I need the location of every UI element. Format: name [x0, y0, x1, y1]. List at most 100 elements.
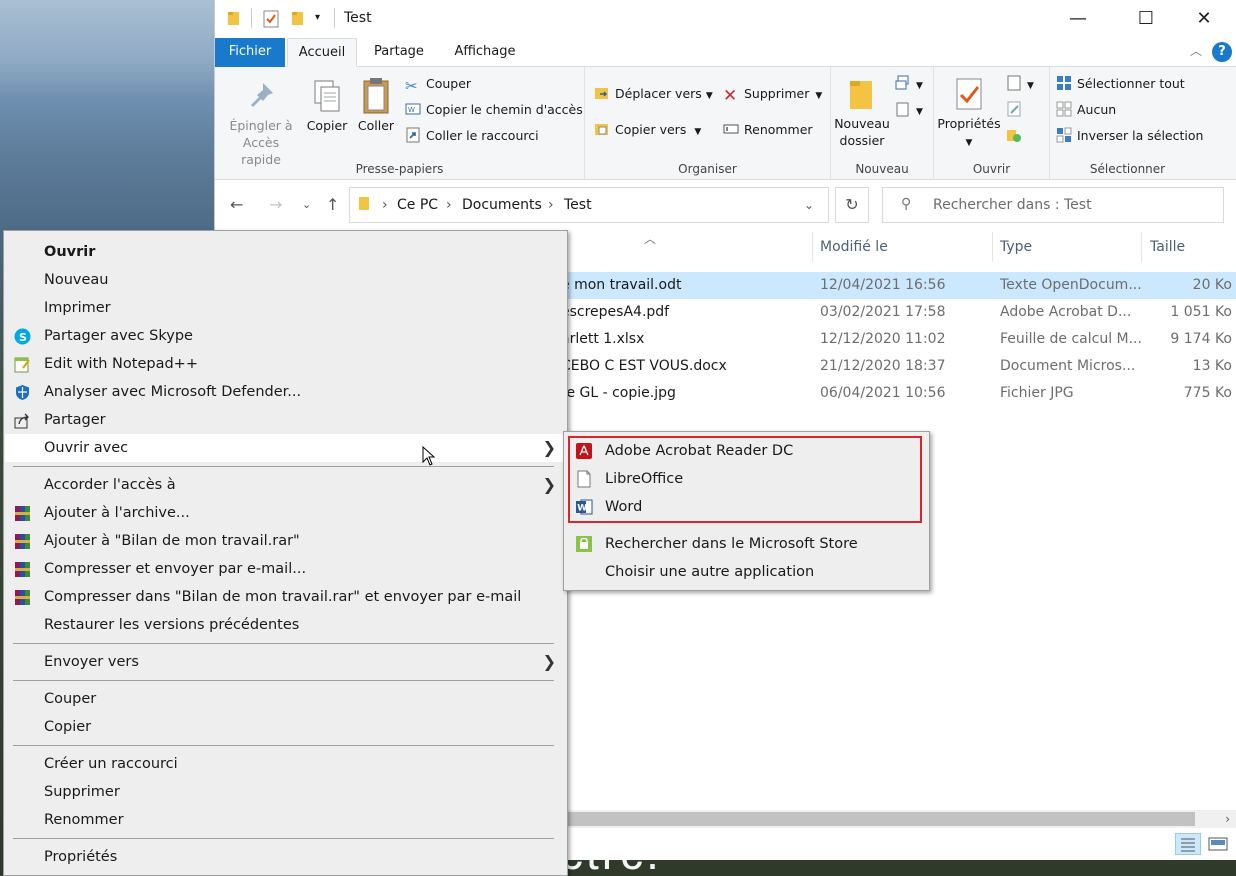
- select-none-icon: [1056, 101, 1072, 117]
- select-all-button[interactable]: Sélectionner tout: [1056, 73, 1185, 95]
- help-icon[interactable]: ?: [1212, 42, 1232, 62]
- microsoft-store-icon: [576, 536, 592, 552]
- menu-item-proprietes[interactable]: Propriétés: [5, 843, 566, 871]
- menu-item-nouveau[interactable]: Nouveau: [5, 266, 566, 294]
- edit-button[interactable]: [1006, 99, 1027, 121]
- menu-label: Couper: [44, 691, 97, 707]
- submenu-item-autre[interactable]: Choisir une autre application: [565, 558, 928, 586]
- tab-accueil[interactable]: Accueil: [287, 38, 357, 67]
- scroll-right-arrow-icon[interactable]: ›: [1225, 810, 1230, 828]
- recent-locations-chevron-icon[interactable]: ⌄: [302, 198, 311, 211]
- close-button[interactable]: ✕: [1181, 0, 1227, 38]
- breadcrumb-documents[interactable]: Documents: [462, 197, 542, 213]
- menu-label: Edit with Notepad++: [44, 356, 198, 372]
- properties-button[interactable]: Propriétés ▼: [936, 75, 1002, 152]
- menu-item-ouvrir[interactable]: Ouvrir: [5, 238, 566, 266]
- new-item-button[interactable]: ▼: [895, 73, 923, 95]
- column-modified[interactable]: Modifié le: [820, 239, 888, 255]
- large-icons-view-icon[interactable]: [1205, 833, 1231, 855]
- svg-text:W: W: [408, 106, 415, 114]
- breadcrumb-test[interactable]: Test: [564, 197, 592, 213]
- cut-button[interactable]: ✂ Couper: [405, 73, 471, 95]
- search-box[interactable]: ⚲ Rechercher dans : Test: [882, 187, 1224, 223]
- menu-item-ajouter-rar[interactable]: Ajouter à "Bilan de mon travail.rar": [5, 527, 566, 555]
- new-folder-quick-icon[interactable]: [291, 10, 305, 30]
- paste-shortcut-button[interactable]: Coller le raccourci: [405, 125, 539, 147]
- search-input[interactable]: Rechercher dans : Test: [933, 197, 1092, 213]
- submenu-item-word[interactable]: W Word: [565, 493, 928, 521]
- menu-item-compresser-email[interactable]: Compresser et envoyer par e-mail...: [5, 555, 566, 583]
- breadcrumb-ce-pc[interactable]: Ce PC: [397, 197, 438, 213]
- menu-label: Compresser et envoyer par e-mail...: [44, 561, 307, 577]
- menu-item-envoyer-vers[interactable]: Envoyer vers ❯: [5, 648, 566, 676]
- move-to-dropdown-icon: ▼: [705, 91, 713, 101]
- menu-item-defender[interactable]: Analyser avec Microsoft Defender...: [5, 378, 566, 406]
- delete-button[interactable]: ✕ Supprimer ▼: [723, 83, 822, 106]
- copy-button[interactable]: Copier: [303, 77, 351, 134]
- tab-affichage[interactable]: Affichage: [443, 38, 527, 67]
- paste-button[interactable]: Coller: [353, 77, 399, 134]
- menu-item-compresser-rar-email[interactable]: Compresser dans "Bilan de mon travail.ra…: [5, 583, 566, 611]
- easy-access-button[interactable]: ▼: [895, 99, 923, 121]
- menu-label: Nouveau: [44, 272, 109, 288]
- tab-fichier[interactable]: Fichier: [215, 38, 285, 67]
- refresh-icon[interactable]: ↻: [835, 187, 869, 223]
- customize-toolbar-chevron-icon[interactable]: ▾: [315, 12, 320, 23]
- forward-arrow-icon[interactable]: →: [269, 195, 282, 214]
- new-folder-button[interactable]: Nouveau dossier: [833, 75, 891, 149]
- winrar-icon: [15, 590, 30, 605]
- submenu-item-store[interactable]: Rechercher dans le Microsoft Store: [565, 530, 928, 558]
- submenu-item-acrobat[interactable]: Adobe Acrobat Reader DC: [565, 437, 928, 465]
- maximize-button[interactable]: ☐: [1123, 0, 1169, 38]
- menu-label: Partager avec Skype: [44, 328, 193, 344]
- submenu-item-libreoffice[interactable]: LibreOffice: [565, 465, 928, 493]
- details-view-icon[interactable]: [1175, 833, 1201, 855]
- paste-label: Coller: [357, 118, 395, 133]
- menu-item-accorder-acces[interactable]: Accorder l'accès à ❯: [5, 471, 566, 499]
- invert-selection-button[interactable]: Inverser la sélection: [1056, 125, 1203, 147]
- group-label-nouveau: Nouveau: [855, 162, 909, 176]
- menu-separator: [13, 643, 554, 644]
- invert-selection-icon: [1056, 127, 1072, 143]
- menu-item-imprimer[interactable]: Imprimer: [5, 294, 566, 322]
- minimize-button[interactable]: —: [1055, 0, 1101, 38]
- collapse-ribbon-icon[interactable]: ︿: [1190, 42, 1202, 59]
- up-arrow-icon[interactable]: ↑: [326, 195, 339, 214]
- menu-item-creer-raccourci[interactable]: Créer un raccourci: [5, 750, 566, 778]
- delete-label: Supprimer: [744, 86, 810, 101]
- pin-quick-access-button[interactable]: Épingler à Accès rapide: [221, 77, 301, 168]
- move-to-button[interactable]: Déplacer vers ▼: [594, 83, 713, 105]
- select-none-button[interactable]: Aucun: [1056, 99, 1116, 121]
- menu-item-ajouter-archive[interactable]: Ajouter à l'archive...: [5, 499, 566, 527]
- menu-item-copier[interactable]: Copier: [5, 713, 566, 741]
- menu-separator: [13, 838, 554, 839]
- delete-x-icon: ✕: [723, 86, 738, 106]
- column-size[interactable]: Taille: [1150, 239, 1185, 255]
- menu-item-restaurer[interactable]: Restaurer les versions précédentes: [5, 611, 566, 639]
- properties-quick-icon[interactable]: [263, 10, 279, 32]
- column-type[interactable]: Type: [1000, 239, 1032, 255]
- address-bar[interactable]: › Ce PC › Documents › Test ⌄: [349, 187, 829, 223]
- menu-item-ouvrir-avec[interactable]: Ouvrir avec ❯: [5, 434, 566, 462]
- move-to-icon: [595, 88, 608, 99]
- copy-to-button[interactable]: Copier vers ▼: [594, 119, 701, 141]
- back-arrow-icon[interactable]: ←: [230, 195, 243, 214]
- mouse-cursor-icon: [422, 446, 436, 466]
- file-name: e mon travail.odt: [561, 277, 682, 293]
- menu-label: Ajouter à "Bilan de mon travail.rar": [44, 533, 300, 549]
- menu-item-supprimer[interactable]: Supprimer: [5, 778, 566, 806]
- rename-button[interactable]: Renommer: [723, 119, 813, 141]
- copy-path-button[interactable]: W Copier le chemin d'accès: [405, 99, 583, 121]
- menu-item-skype[interactable]: S Partager avec Skype: [5, 322, 566, 350]
- select-none-label: Aucun: [1077, 102, 1117, 117]
- history-button[interactable]: [1006, 125, 1027, 147]
- breadcrumb-separator-icon: ›: [548, 197, 554, 213]
- address-dropdown-chevron-icon[interactable]: ⌄: [804, 198, 814, 212]
- menu-item-couper[interactable]: Couper: [5, 685, 566, 713]
- submenu-chevron-icon: ❯: [542, 652, 556, 671]
- menu-item-notepad[interactable]: Edit with Notepad++: [5, 350, 566, 378]
- menu-item-renommer[interactable]: Renommer: [5, 806, 566, 834]
- tab-partage[interactable]: Partage: [363, 38, 435, 67]
- menu-item-partager[interactable]: Partager: [5, 406, 566, 434]
- open-button[interactable]: ▼: [1006, 73, 1034, 95]
